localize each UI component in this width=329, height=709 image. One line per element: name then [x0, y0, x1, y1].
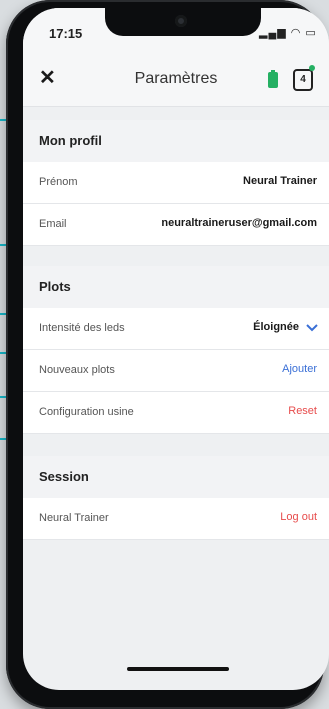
section-title-session: Session — [23, 456, 329, 498]
page-title: Paramètres — [134, 70, 218, 87]
phone-frame: 17:15 ▂▄▆ ◠ ▭ ✕ Paramètres 4 Mon profil … — [6, 0, 329, 709]
email-row[interactable]: Email neuraltraineruser@gmail.com — [23, 204, 329, 246]
phone-screen: 17:15 ▂▄▆ ◠ ▭ ✕ Paramètres 4 Mon profil … — [23, 8, 329, 690]
led-intensity-row[interactable]: Intensité des leds Éloignée — [23, 308, 329, 350]
first-name-value: Neural Trainer — [243, 175, 317, 187]
chevron-down-icon[interactable] — [305, 320, 319, 334]
factory-reset-row: Configuration usine Reset — [23, 392, 329, 434]
camera-icon — [175, 15, 187, 27]
section-title-profile: Mon profil — [23, 120, 329, 162]
add-plots-button[interactable]: Ajouter — [282, 363, 317, 375]
first-name-label: Prénom — [39, 176, 78, 188]
signal-wifi-battery-icon: ▂▄▆ ◠ ▭ — [259, 27, 317, 39]
email-value: neuraltraineruser@gmail.com — [161, 217, 317, 229]
reset-button[interactable]: Reset — [288, 405, 317, 417]
session-user-label: Neural Trainer — [39, 512, 109, 524]
led-intensity-label: Intensité des leds — [39, 322, 125, 334]
first-name-row[interactable]: Prénom Neural Trainer — [23, 162, 329, 204]
home-indicator[interactable] — [127, 667, 229, 671]
notch — [105, 8, 261, 36]
factory-reset-label: Configuration usine — [39, 406, 134, 418]
session-row: Neural Trainer Log out — [23, 498, 329, 540]
section-title-plots: Plots — [23, 266, 329, 308]
new-plots-row: Nouveaux plots Ajouter — [23, 350, 329, 392]
email-label: Email — [39, 218, 67, 230]
status-bar: 17:15 ▂▄▆ ◠ ▭ — [23, 8, 329, 54]
battery-icon[interactable] — [268, 70, 278, 88]
status-dot-icon — [309, 65, 315, 71]
logout-button[interactable]: Log out — [280, 511, 317, 523]
new-plots-label: Nouveaux plots — [39, 364, 115, 376]
device-count-button[interactable]: 4 — [293, 69, 313, 91]
navbar: ✕ Paramètres 4 — [23, 54, 329, 107]
led-intensity-value: Éloignée — [253, 321, 299, 333]
status-time: 17:15 — [49, 26, 83, 41]
